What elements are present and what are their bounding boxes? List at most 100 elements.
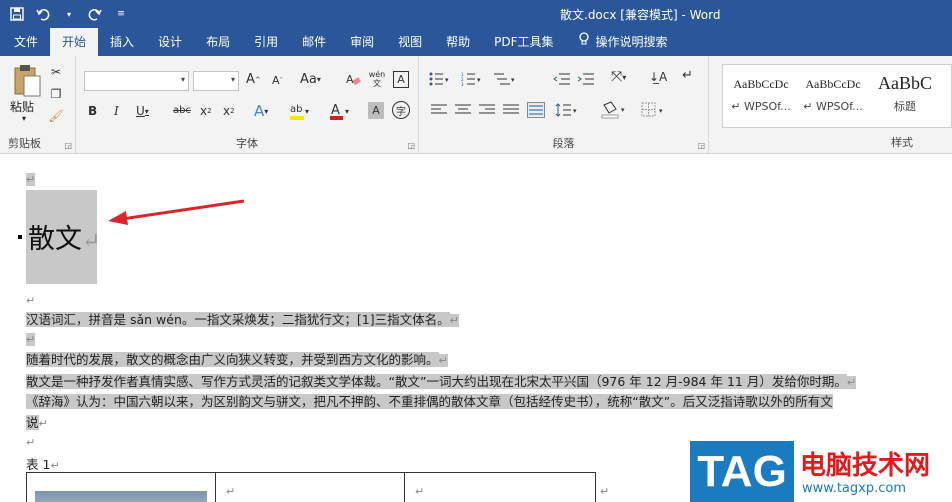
justify-icon[interactable] — [503, 104, 519, 116]
change-case-icon[interactable]: Aa ▾ — [300, 72, 321, 87]
font-group: ▾ ▾ A ^ Aˇ Aa ▾ A wén 文 A B I U ▾ abc x2 x2… — [76, 56, 419, 154]
multilevel-list-icon[interactable]: ▾ — [493, 72, 517, 86]
tab-insert[interactable]: 插入 — [98, 28, 146, 56]
tab-mailings[interactable]: 邮件 — [290, 28, 338, 56]
svg-text:3: 3 — [461, 82, 464, 86]
enclose-characters-icon[interactable]: 字 — [392, 101, 410, 119]
align-right-icon[interactable] — [479, 104, 495, 116]
tab-design[interactable]: 设计 — [146, 28, 194, 56]
tab-layout[interactable]: 布局 — [194, 28, 242, 56]
font-name-combo[interactable]: ▾ — [84, 71, 189, 91]
align-center-icon[interactable] — [455, 104, 471, 116]
watermark-url: www.tagxp.com — [802, 481, 906, 496]
font-size-combo[interactable]: ▾ — [193, 71, 239, 91]
save-icon[interactable] — [6, 3, 28, 25]
customize-qat-icon[interactable]: ≡ — [110, 3, 132, 25]
paragraph-4[interactable]: 《辞海》认为：中国六朝以来，为区别韵文与骈文，把凡不押韵、不重排偶的散体文章（包… — [26, 391, 833, 410]
table-cell[interactable] — [26, 473, 207, 502]
font-color-icon[interactable]: A ▾ — [328, 100, 352, 124]
paragraph-launcher-icon[interactable]: ◲ — [697, 141, 705, 150]
document-page[interactable]: ↵ 散文↵ ↵ 汉语词汇，拼音是 sǎn wén。一指文采焕发；二指犹行文；[1… — [0, 155, 952, 502]
highlight-color-icon[interactable]: ab ▾ — [288, 100, 312, 124]
styles-group-label: 样式 — [891, 136, 913, 149]
title-bar: ▾ ≡ 散文.docx [兼容模式] - Word — [0, 0, 952, 28]
svg-text:ab: ab — [290, 104, 302, 115]
quick-access-toolbar: ▾ ≡ — [6, 3, 132, 25]
annotation-arrow — [108, 199, 245, 225]
cut-icon[interactable]: ✂ — [48, 64, 64, 80]
clipboard-launcher-icon[interactable]: ◲ — [64, 141, 72, 150]
italic-icon[interactable]: I — [114, 104, 119, 118]
heading-bullet — [18, 235, 22, 239]
undo-dropdown-icon[interactable]: ▾ — [58, 3, 80, 25]
tell-me-search[interactable]: 操作说明搜索 — [566, 28, 680, 56]
text-effects-icon[interactable]: A ▾ — [254, 102, 268, 120]
undo-icon[interactable] — [32, 3, 54, 25]
style-name: ↵ WPSOf... — [803, 100, 863, 113]
table-cell[interactable]: ↵ — [404, 473, 424, 502]
tab-file[interactable]: 文件 — [2, 28, 50, 56]
shading-icon[interactable]: ▾ — [600, 101, 630, 119]
svg-text:▾: ▾ — [511, 76, 515, 84]
style-item[interactable]: AaBbCcDc ↵ WPSOf... — [797, 65, 869, 129]
font-launcher-icon[interactable]: ◲ — [407, 141, 415, 150]
paste-label[interactable]: 粘贴 — [10, 98, 34, 115]
tab-review[interactable]: 审阅 — [338, 28, 386, 56]
style-item[interactable]: AaBbCcDc ↵ WPSOf... — [725, 65, 797, 129]
character-border-icon[interactable]: A — [393, 71, 409, 88]
redo-icon[interactable] — [84, 3, 106, 25]
strikethrough-icon[interactable]: abc — [173, 105, 191, 116]
clipboard-group: 粘贴 ▾ ✂ ❐ 🖌 剪贴板 ◲ — [0, 56, 76, 154]
grow-font-icon[interactable]: A ^ — [246, 72, 261, 87]
document-heading[interactable]: 散文↵ — [28, 217, 100, 256]
paste-dropdown-icon[interactable]: ▾ — [22, 114, 26, 123]
distributed-icon[interactable] — [527, 102, 545, 118]
tell-me-label: 操作说明搜索 — [595, 35, 668, 49]
bullets-icon[interactable]: ▾ — [429, 72, 451, 86]
style-preview: AaBbCcDc — [733, 77, 789, 91]
phonetic-guide-icon[interactable]: wén 文 — [368, 68, 386, 90]
tab-pdf-tools[interactable]: PDF工具集 — [482, 28, 565, 56]
align-left-icon[interactable] — [431, 104, 447, 116]
numbering-icon[interactable]: 1 2 3 ▾ — [461, 72, 483, 86]
character-shading-icon[interactable]: A — [368, 102, 384, 119]
borders-icon[interactable]: ▾ — [641, 102, 671, 118]
paragraph-4-continued[interactable]: 说↵ — [26, 412, 48, 431]
bold-icon[interactable]: B — [88, 104, 97, 118]
superscript-icon[interactable]: x2 — [223, 104, 235, 118]
tab-help[interactable]: 帮助 — [434, 28, 482, 56]
table-caption[interactable]: 表 1↵ — [26, 454, 60, 473]
document-table[interactable]: ↵ ↵ ↵ — [26, 472, 609, 502]
tab-home[interactable]: 开始 — [50, 28, 99, 56]
watermark-site-name: 电脑技术网 — [800, 451, 931, 481]
ribbon-home: 粘贴 ▾ ✂ ❐ 🖌 剪贴板 ◲ ▾ ▾ A ^ Aˇ Aa ▾ A wén 文 A… — [0, 56, 952, 154]
paste-icon[interactable] — [10, 64, 42, 98]
chinese-layout-icon[interactable]: ⤧ ▾ — [611, 69, 626, 85]
clear-formatting-icon[interactable]: A — [344, 70, 362, 88]
format-painter-icon[interactable]: 🖌 — [48, 108, 64, 124]
empty-paragraph: ↵ — [26, 173, 36, 186]
tab-view[interactable]: 视图 — [386, 28, 434, 56]
svg-text:▾: ▾ — [621, 106, 625, 114]
paragraph-2[interactable]: 随着时代的发展，散文的概念由广义向狭义转变，并受到西方文化的影响。↵ — [26, 349, 448, 368]
lightbulb-icon — [578, 28, 590, 56]
shrink-font-icon[interactable]: Aˇ — [272, 74, 283, 87]
subscript-icon[interactable]: x2 — [200, 104, 212, 118]
tab-references[interactable]: 引用 — [242, 28, 290, 56]
table-image[interactable] — [35, 491, 207, 502]
table-cell[interactable]: ↵ — [215, 473, 235, 502]
style-item[interactable]: AaBbC 标题 — [869, 65, 941, 129]
svg-text:A: A — [331, 103, 340, 118]
svg-text:▾: ▾ — [659, 107, 663, 115]
paragraph-3[interactable]: 散文是一种抒发作者真情实感、写作方式灵活的记叙类文学体裁。“散文”一词大约出现在… — [26, 371, 857, 390]
style-name: ↵ WPSOf... — [731, 100, 791, 113]
paragraph-1[interactable]: 汉语词汇，拼音是 sǎn wén。一指文采焕发；二指犹行文；[1]三指文体名。↵ — [26, 309, 459, 328]
copy-icon[interactable]: ❐ — [48, 86, 64, 102]
watermark-tag: TAG — [690, 441, 794, 502]
underline-icon[interactable]: U ▾ — [136, 104, 149, 118]
decrease-indent-icon[interactable] — [553, 72, 571, 86]
increase-indent-icon[interactable] — [577, 72, 595, 86]
line-spacing-icon[interactable]: ▾ — [555, 103, 579, 117]
sort-icon[interactable]: ↓̲A — [649, 70, 667, 84]
show-marks-icon[interactable]: ↵ — [682, 68, 693, 83]
